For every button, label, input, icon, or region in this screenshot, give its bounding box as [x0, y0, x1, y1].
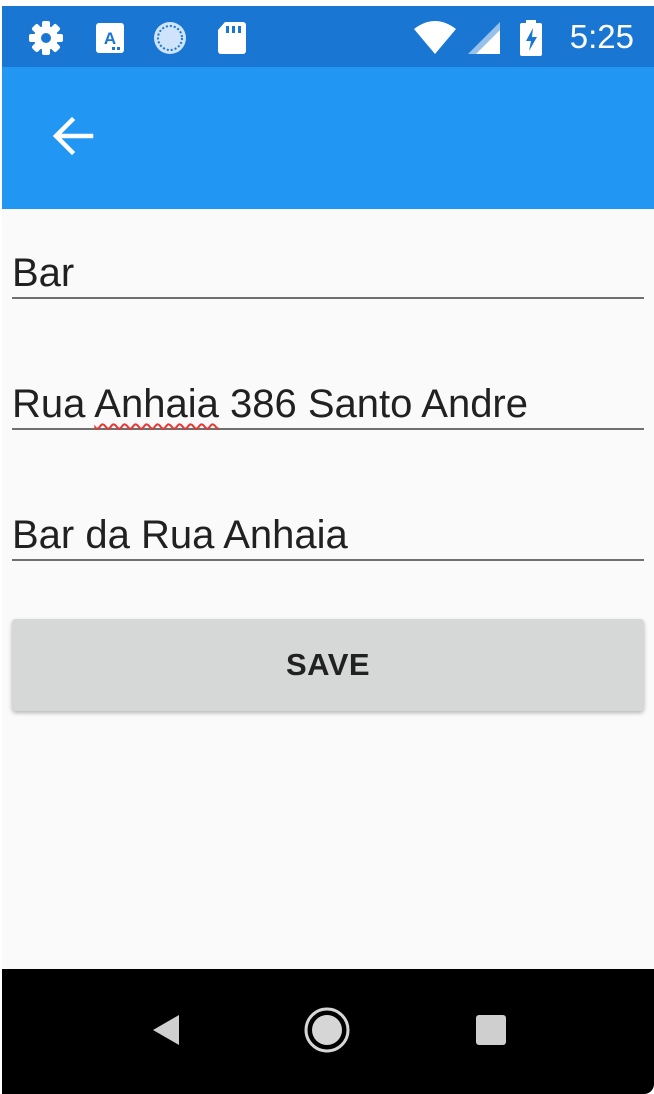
- back-button[interactable]: [38, 103, 108, 173]
- wifi-icon: [412, 20, 458, 56]
- nav-back-icon: [147, 1012, 183, 1053]
- address-text-suffix: 386 Santo Andre: [218, 382, 528, 426]
- navigation-bar: [2, 969, 654, 1094]
- nav-recents-icon: [474, 1013, 508, 1052]
- address-field-value: Rua Anhaia 386 Santo Andre: [12, 382, 528, 427]
- sd-card-icon: [212, 20, 252, 56]
- battery-charging-icon: [516, 20, 546, 56]
- save-button-label: SAVE: [285, 647, 371, 682]
- keyboard-a-icon: A: [90, 20, 130, 56]
- nav-home-button[interactable]: [292, 997, 362, 1067]
- status-bar: A 5:25: [2, 6, 654, 67]
- nav-home-icon: [303, 1006, 351, 1059]
- status-time: 5:25: [569, 18, 634, 55]
- settings-icon: [26, 20, 66, 56]
- description-field-value: Bar da Rua Anhaia: [12, 513, 348, 557]
- arrow-back-icon: [51, 114, 95, 163]
- address-text-prefix: Rua: [12, 382, 95, 426]
- app-bar: [2, 67, 654, 209]
- phone-screen: A 5:25 Bar Rua Anhaia 386 Santo Andre Ba…: [2, 6, 654, 1094]
- save-button[interactable]: SAVE: [12, 619, 644, 711]
- description-field[interactable]: Bar da Rua Anhaia: [12, 511, 644, 561]
- sync-circle-icon: [150, 20, 190, 56]
- svg-text:A: A: [104, 29, 116, 48]
- nav-back-button[interactable]: [130, 997, 200, 1067]
- nav-recents-button[interactable]: [456, 997, 526, 1067]
- misspelled-word: Anhaia: [94, 382, 219, 426]
- cell-signal-icon: [464, 20, 504, 56]
- form-content: Bar Rua Anhaia 386 Santo Andre Bar da Ru…: [2, 209, 654, 969]
- name-field[interactable]: Bar: [12, 249, 644, 299]
- name-field-value: Bar: [12, 251, 75, 295]
- address-field[interactable]: Rua Anhaia 386 Santo Andre: [12, 380, 644, 430]
